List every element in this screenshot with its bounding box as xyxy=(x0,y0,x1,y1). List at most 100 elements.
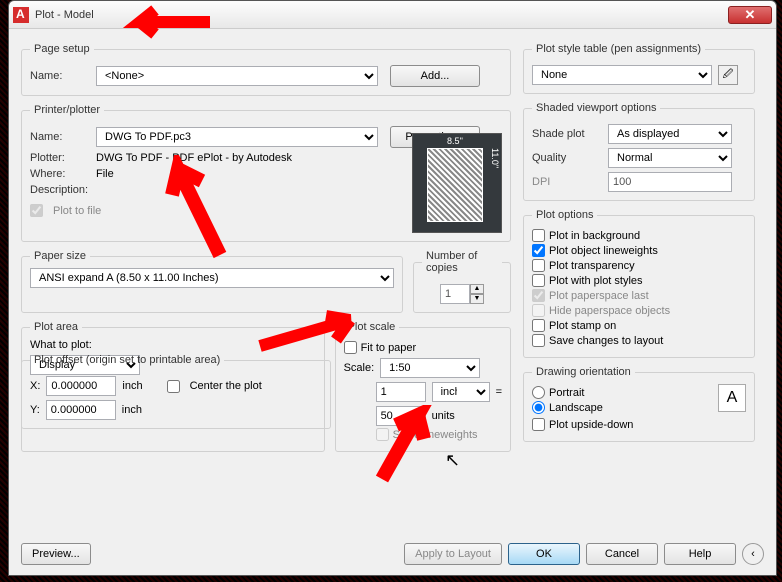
portrait-radio[interactable] xyxy=(532,386,545,399)
plot-background-check[interactable] xyxy=(532,229,545,242)
copies-legend: Number of copies xyxy=(422,250,502,274)
plot-style-group: Plot style table (pen assignments) None … xyxy=(523,43,755,94)
center-plot-label: Center the plot xyxy=(190,380,262,392)
plot-stamp-label: Plot stamp on xyxy=(549,320,616,332)
printer-name-label: Name: xyxy=(30,131,90,143)
edit-style-icon[interactable]: 🖉 xyxy=(718,65,738,85)
page-setup-legend: Page setup xyxy=(30,43,94,55)
plot-styles-check[interactable] xyxy=(532,274,545,287)
plot-scale-legend: Plot scale xyxy=(344,321,400,333)
plot-style-select[interactable]: None xyxy=(532,65,712,85)
plotter-label: Plotter: xyxy=(30,152,90,164)
preview-height: 11.0'' xyxy=(490,148,500,168)
window-title: Plot - Model xyxy=(35,9,94,21)
preview-button[interactable]: Preview... xyxy=(21,543,91,565)
paper-size-legend: Paper size xyxy=(30,250,90,262)
copies-group: Number of copies ▲▼ xyxy=(413,250,511,313)
scale-unit-select[interactable]: inches xyxy=(432,382,490,402)
upside-down-check[interactable] xyxy=(532,418,545,431)
collapse-button[interactable]: ‹ xyxy=(742,543,764,565)
offset-y-unit: inch xyxy=(122,404,142,416)
plot-stamp-check[interactable] xyxy=(532,319,545,332)
plot-area-legend: Plot area xyxy=(30,321,82,333)
plot-lineweights[interactable] xyxy=(532,244,545,257)
dpi-label: DPI xyxy=(532,176,602,188)
scale-lineweights-label: Scale lineweights xyxy=(393,429,478,441)
scale-select[interactable]: 1:50 xyxy=(380,358,480,378)
center-plot-check[interactable] xyxy=(167,380,180,393)
plot-scale-group: Plot scale Fit to paper Scale: 1:50 inche… xyxy=(335,321,511,452)
plot-lineweights-label: Plot object lineweights xyxy=(549,245,658,257)
scale-unit-input[interactable] xyxy=(376,382,426,402)
orientation-legend: Drawing orientation xyxy=(532,366,635,378)
quality-select[interactable]: Normal xyxy=(608,148,732,168)
plot-options-group: Plot options Plot in background Plot obj… xyxy=(523,209,755,358)
plot-transparency-label: Plot transparency xyxy=(549,260,635,272)
scale-drawing-input[interactable] xyxy=(376,406,426,426)
plot-to-file-check xyxy=(30,204,43,217)
portrait-label: Portrait xyxy=(549,387,584,399)
hide-paperspace-label: Hide paperspace objects xyxy=(549,305,670,317)
where-label: Where: xyxy=(30,168,90,180)
save-changes-check[interactable] xyxy=(532,334,545,347)
printer-group: Printer/plotter Name: DWG To PDF.pc3 Pro… xyxy=(21,104,511,242)
plot-style-legend: Plot style table (pen assignments) xyxy=(532,43,705,55)
page-setup-group: Page setup Name: <None> Add... xyxy=(21,43,511,96)
plot-transparency-check[interactable] xyxy=(532,259,545,272)
paper-size-select[interactable]: ANSI expand A (8.50 x 11.00 Inches) xyxy=(30,268,394,288)
scale-lineweights-check xyxy=(376,428,389,441)
shade-plot-select[interactable]: As displayed xyxy=(608,124,732,144)
help-button[interactable]: Help xyxy=(664,543,736,565)
hide-paperspace-check xyxy=(532,304,545,317)
autocad-icon xyxy=(13,7,29,23)
shaded-viewport-legend: Shaded viewport options xyxy=(532,102,660,114)
copies-input xyxy=(440,284,470,304)
offset-x-label: X: xyxy=(30,380,40,392)
scale-drawing-label: units xyxy=(432,410,455,422)
where-value: File xyxy=(96,168,114,180)
landscape-label: Landscape xyxy=(549,402,603,414)
offset-x-unit: inch xyxy=(122,380,142,392)
plot-options-legend: Plot options xyxy=(532,209,597,221)
preview-paper-icon xyxy=(427,148,483,222)
plot-to-file-label: Plot to file xyxy=(53,205,101,217)
dialog-footer: Preview... Apply to Layout OK Cancel Hel… xyxy=(21,543,764,565)
orientation-group: Drawing orientation Portrait Landscape A… xyxy=(523,366,755,442)
save-changes-label: Save changes to layout xyxy=(549,335,663,347)
plot-styles-label: Plot with plot styles xyxy=(549,275,643,287)
offset-y-label: Y: xyxy=(30,404,40,416)
plot-offset-group: Plot offset (origin set to printable are… xyxy=(21,354,331,429)
cancel-button[interactable]: Cancel xyxy=(586,543,658,565)
upside-down-label: Plot upside-down xyxy=(549,419,633,431)
landscape-radio[interactable] xyxy=(532,401,545,414)
close-button[interactable]: ✕ xyxy=(728,6,772,24)
ok-button[interactable]: OK xyxy=(508,543,580,565)
preview-width: 8.5'' xyxy=(427,136,483,146)
apply-to-layout-button: Apply to Layout xyxy=(404,543,502,565)
offset-x-input[interactable] xyxy=(46,376,116,396)
shade-plot-label: Shade plot xyxy=(532,128,602,140)
plot-offset-legend: Plot offset (origin set to printable are… xyxy=(30,354,224,366)
plot-dialog: Plot - Model ✕ Page setup Name: <None> A… xyxy=(8,0,777,576)
plot-background-label: Plot in background xyxy=(549,230,640,242)
paper-preview: 8.5'' 11.0'' xyxy=(412,133,502,233)
fit-to-paper-label: Fit to paper xyxy=(361,342,417,354)
add-page-setup-button[interactable]: Add... xyxy=(390,65,480,87)
page-setup-name-label: Name: xyxy=(30,70,90,82)
plot-paperspace-label: Plot paperspace last xyxy=(549,290,649,302)
paper-size-group: Paper size ANSI expand A (8.50 x 11.00 I… xyxy=(21,250,403,313)
orientation-icon: A xyxy=(718,384,746,412)
mouse-cursor-icon: ↖ xyxy=(445,450,460,471)
quality-label: Quality xyxy=(532,152,602,164)
plot-paperspace-check xyxy=(532,289,545,302)
copies-spinner: ▲▼ xyxy=(470,284,484,304)
plotter-value: DWG To PDF - PDF ePlot - by Autodesk xyxy=(96,152,292,164)
scale-label: Scale: xyxy=(344,362,375,374)
titlebar: Plot - Model ✕ xyxy=(9,1,776,29)
printer-name-select[interactable]: DWG To PDF.pc3 xyxy=(96,127,378,147)
page-setup-name-select[interactable]: <None> xyxy=(96,66,378,86)
offset-y-input[interactable] xyxy=(46,400,116,420)
fit-to-paper-check[interactable] xyxy=(344,341,357,354)
equals-icon: = xyxy=(496,386,502,398)
what-to-plot-label: What to plot: xyxy=(30,339,316,351)
